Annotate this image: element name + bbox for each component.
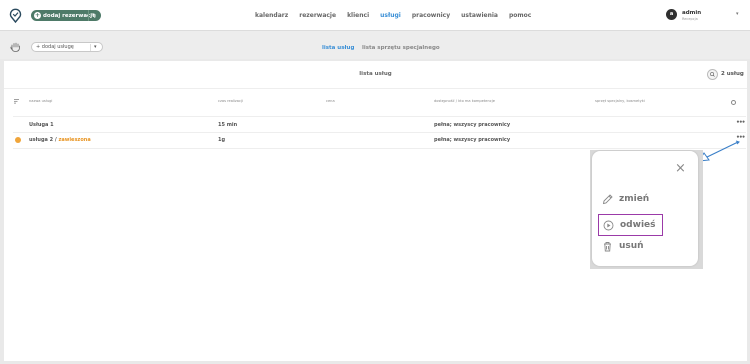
nav-pracownicy[interactable]: pracownicy (412, 12, 450, 19)
suspended-badge: zawieszona (58, 137, 91, 143)
nav-uslugi[interactable]: usługi (380, 12, 401, 19)
column-header-availability[interactable]: dostępność / kto ma kompetencje (434, 99, 495, 103)
nav-ustawienia[interactable]: ustawienia (461, 12, 498, 19)
nav-rezerwacje[interactable]: rezerwacje (299, 12, 336, 19)
tab-special-equipment[interactable]: lista sprzętu specjalnego (362, 45, 440, 51)
user-name: admin (682, 10, 702, 16)
menu-item-label: usuń (619, 241, 644, 251)
more-options-icon[interactable]: ••• (736, 119, 745, 126)
plus-icon: + (34, 12, 41, 19)
user-role: Recepcja (682, 17, 698, 21)
gear-icon[interactable] (731, 100, 736, 105)
pencil-icon (602, 193, 613, 204)
chevron-down-icon[interactable]: ▾ (92, 10, 95, 21)
service-name[interactable]: usługa 2 / zawieszona (29, 137, 91, 143)
close-icon[interactable]: × (675, 161, 686, 176)
service-time: 1g (218, 137, 226, 143)
column-header-equipment[interactable]: sprzęt specjalny, kosmetyki (595, 99, 645, 103)
menu-item-resume[interactable]: odwieś (598, 214, 663, 236)
search-icon[interactable] (707, 69, 718, 80)
suspended-status-icon (15, 137, 21, 143)
service-count: 2 usług (721, 71, 744, 77)
column-header-time[interactable]: czas realizacji (218, 99, 243, 103)
play-circle-icon (603, 220, 614, 230)
service-availability: pełna; wszyscy pracownicy (434, 137, 511, 143)
menu-item-edit[interactable]: zmień (602, 191, 649, 207)
chevron-down-icon[interactable]: ▾ (736, 11, 739, 17)
service-time: 15 min (218, 122, 238, 128)
menu-item-label: zmień (619, 194, 650, 204)
chevron-down-icon[interactable]: ▾ (94, 43, 97, 52)
divider (13, 116, 746, 117)
top-bar: + dodaj rezerwację ▾ kalendarz rezerwacj… (0, 0, 750, 31)
service-availability: pełna; wszyscy pracownicy (434, 122, 511, 128)
nav-kalendarz[interactable]: kalendarz (255, 12, 288, 19)
divider (90, 44, 91, 51)
logo-icon[interactable] (9, 8, 22, 23)
avatar: a (666, 9, 677, 20)
service-name[interactable]: Usługa 1 (29, 122, 54, 128)
add-service-button[interactable]: + dodaj usługę ▾ (31, 42, 103, 52)
add-reservation-button[interactable]: + dodaj rezerwację ▾ (31, 10, 101, 21)
hand-icon[interactable] (10, 42, 21, 52)
column-header-price[interactable]: cena (326, 99, 335, 103)
add-service-label: dodaj usługę (41, 44, 74, 50)
menu-item-delete[interactable]: usuń (602, 238, 644, 254)
panel-title: lista usług (359, 71, 392, 77)
column-header-name[interactable]: nazwa usługi (29, 99, 52, 103)
tab-service-list[interactable]: lista usług (322, 45, 354, 51)
sort-icon[interactable] (14, 99, 19, 104)
divider (4, 88, 747, 89)
menu-item-label: odwieś (620, 220, 656, 230)
context-menu: × zmień odwieś usuń (592, 151, 698, 266)
main-nav: kalendarz rezerwacje klienci usługi prac… (255, 12, 542, 19)
nav-pomoc[interactable]: pomoc (509, 12, 531, 19)
divider (13, 148, 746, 149)
nav-klienci[interactable]: klienci (347, 12, 369, 19)
trash-icon (604, 241, 611, 251)
divider (13, 132, 746, 133)
divider (88, 10, 89, 21)
